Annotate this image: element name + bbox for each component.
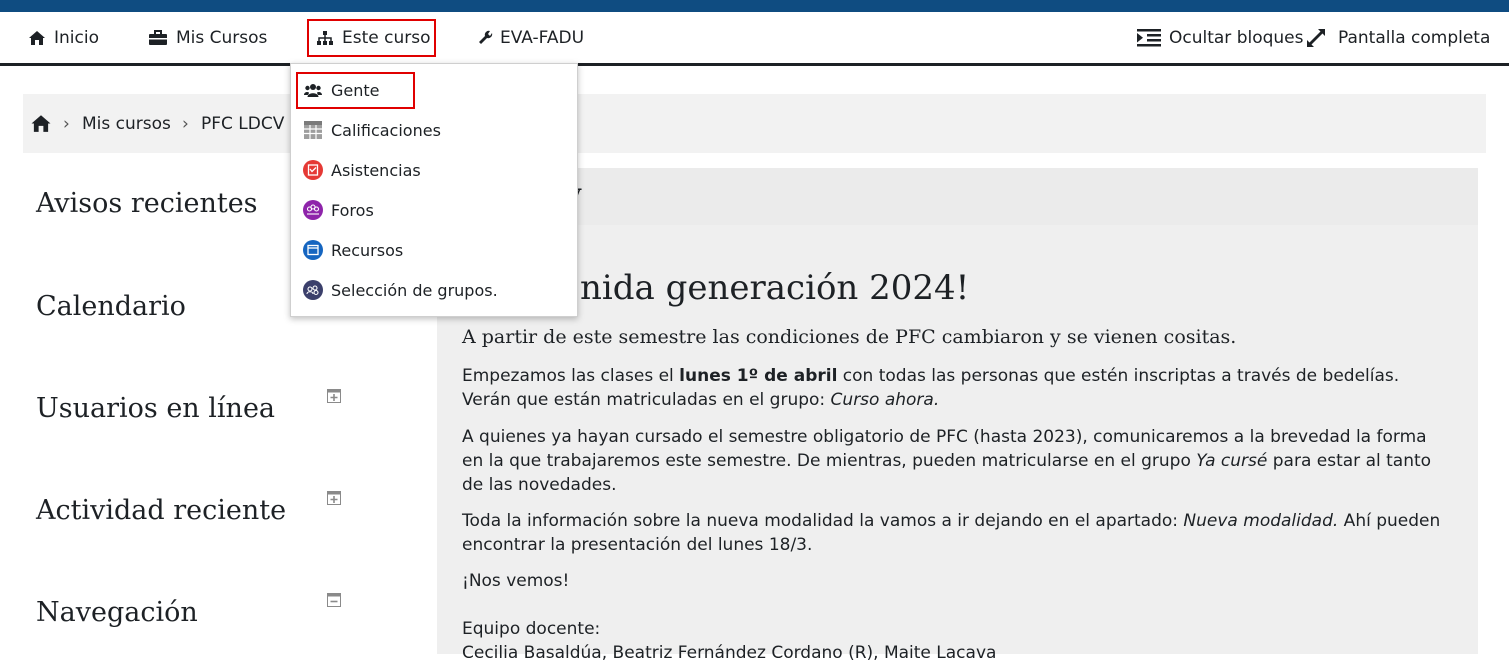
nav-inicio-label: Inicio — [54, 27, 99, 48]
briefcase-icon — [149, 29, 167, 45]
resource-icon — [303, 240, 323, 260]
block-actividad-reciente: Actividad reciente — [36, 495, 287, 526]
paragraph-1: Empezamos las clases el lunes 1º de abri… — [462, 364, 1452, 412]
nav-mis-cursos-label: Mis Cursos — [176, 27, 268, 48]
block-avisos-recientes: Avisos recientes — [36, 188, 258, 219]
breadcrumb-separator: › — [182, 113, 189, 134]
dropdown-item-label: Recursos — [331, 240, 404, 260]
dropdown-item-foros[interactable]: Foros — [303, 192, 374, 228]
breadcrumb: › Mis cursos › PFC LDCV — [23, 94, 1486, 153]
p3-text: Toda la información sobre la nueva modal… — [462, 511, 1184, 531]
p2-italic: Ya cursé — [1196, 451, 1268, 471]
nav-eva-fadu[interactable]: EVA-FADU — [478, 12, 584, 63]
breadcrumb-separator: › — [63, 113, 70, 134]
paragraph-2: A quienes ya hayan cursado el semestre o… — [462, 425, 1452, 497]
ocultar-bloques-button[interactable]: Ocultar bloques — [1137, 12, 1304, 63]
breadcrumb-pfc-ldcv[interactable]: PFC LDCV — [201, 94, 284, 153]
dropdown-item-seleccion-de-grupos[interactable]: Selección de grupos. — [303, 272, 498, 308]
announcement-header: v — [437, 168, 1478, 225]
p1-bold: lunes 1º de abril — [679, 366, 838, 386]
outdent-icon — [1137, 28, 1161, 46]
pantalla-completa-button[interactable]: Pantalla completa — [1306, 12, 1490, 63]
nav-mis-cursos[interactable]: Mis Cursos — [148, 12, 267, 63]
gente-highlight — [296, 72, 415, 109]
dropdown-item-label: Foros — [331, 200, 374, 220]
dropdown-item-calificaciones[interactable]: Calificaciones — [303, 112, 441, 148]
breadcrumb-home[interactable] — [30, 94, 52, 153]
announcement-subtitle: A partir de este semestre las condicione… — [462, 326, 1237, 348]
expand-icon — [1307, 28, 1325, 47]
pantalla-completa-label: Pantalla completa — [1338, 27, 1491, 48]
group-selection-icon — [303, 280, 323, 300]
dropdown-item-recursos[interactable]: Recursos — [303, 232, 403, 268]
expand-block-icon[interactable] — [327, 491, 341, 505]
wrench-icon — [479, 30, 493, 44]
p1-italic: Curso ahora. — [830, 390, 940, 410]
block-usuarios-en-linea: Usuarios en línea — [36, 393, 276, 424]
home-icon — [29, 30, 45, 45]
home-icon — [31, 115, 51, 132]
forum-icon — [303, 200, 323, 220]
dropdown-item-label: Calificaciones — [331, 120, 441, 140]
paragraph-6: Cecilia Basaldúa, Beatriz Fernández Cord… — [462, 643, 997, 663]
paragraph-5: Equipo docente: — [462, 619, 601, 639]
p3-italic: Nueva modalidad. — [1183, 511, 1339, 531]
block-navegacion: Navegación — [36, 597, 198, 628]
paragraph-3: Toda la información sobre la nueva modal… — [462, 509, 1452, 557]
block-calendario: Calendario — [36, 291, 186, 322]
nav-inicio[interactable]: Inicio — [28, 12, 99, 63]
ocultar-bloques-label: Ocultar bloques — [1169, 27, 1304, 48]
collapse-block-icon[interactable] — [327, 593, 341, 607]
top-accent-bar — [0, 0, 1509, 12]
announcement-title: nida generación 2024! — [580, 268, 970, 308]
navbar: Inicio Mis Cursos Este curso EVA-FADU Oc… — [0, 12, 1509, 66]
expand-block-icon[interactable] — [327, 389, 341, 403]
table-icon — [303, 120, 323, 140]
breadcrumb-mis-cursos[interactable]: Mis cursos — [82, 94, 171, 153]
paragraph-4: ¡Nos vemos! — [462, 571, 570, 591]
este-curso-highlight — [307, 19, 436, 57]
dropdown-item-label: Asistencias — [331, 160, 421, 180]
dropdown-item-label: Selección de grupos. — [331, 280, 498, 300]
dropdown-item-asistencias[interactable]: Asistencias — [303, 152, 421, 188]
p1-text: Empezamos las clases el — [462, 366, 680, 386]
attendance-icon — [303, 160, 323, 180]
nav-eva-fadu-label: EVA-FADU — [500, 27, 585, 48]
